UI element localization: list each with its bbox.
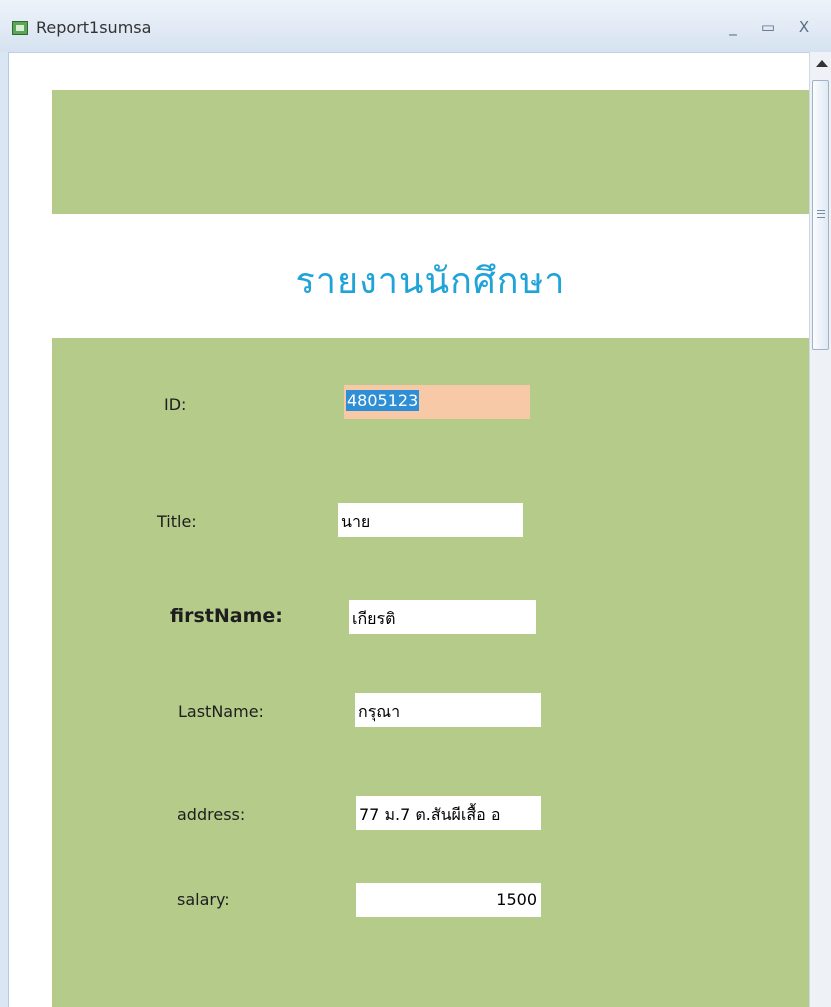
window-frame-left: [0, 52, 9, 1007]
maximize-button[interactable]: ▭: [756, 16, 780, 38]
report-header-band: [52, 90, 809, 214]
scroll-up-arrow-icon[interactable]: [816, 60, 828, 67]
id-value: 4805123: [346, 390, 420, 411]
close-button[interactable]: X: [792, 16, 816, 38]
window-title: Report1sumsa: [36, 18, 152, 37]
report-icon: [12, 21, 28, 35]
salary-field[interactable]: 1500: [356, 883, 541, 917]
last-name-label: LastName:: [178, 702, 264, 721]
salary-label: salary:: [177, 890, 230, 909]
address-field[interactable]: 77 ม.7 ต.สันผีเสื้อ อ: [356, 796, 541, 830]
minimize-button[interactable]: _: [721, 16, 745, 38]
address-label: address:: [177, 805, 246, 824]
grip-icon: [817, 210, 825, 218]
window-titlebar: Report1sumsa _ ▭ X: [0, 0, 831, 53]
title-field[interactable]: นาย: [338, 503, 523, 537]
id-label: ID:: [164, 395, 187, 414]
vertical-scrollbar[interactable]: [809, 52, 831, 1007]
id-field[interactable]: 4805123: [344, 385, 530, 419]
last-name-field[interactable]: กรุณา: [355, 693, 541, 727]
scroll-thumb[interactable]: [812, 80, 829, 350]
report-title: รายงานนักศึกษา: [295, 261, 566, 302]
first-name-field[interactable]: เกียรติ: [349, 600, 536, 634]
first-name-label: firstName:: [170, 605, 283, 627]
title-label: Title:: [157, 512, 197, 531]
